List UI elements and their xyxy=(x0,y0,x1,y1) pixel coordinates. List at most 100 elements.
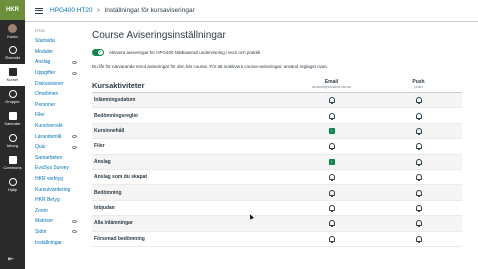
push-setting-cell[interactable] xyxy=(375,174,462,182)
global-nav-groups[interactable]: Grupper xyxy=(0,86,25,108)
email-setting-cell[interactable] xyxy=(288,174,375,182)
table-header: Kursaktiviteter Email asukori@student.hk… xyxy=(92,79,462,93)
course-nav-item[interactable]: EvaSys Survey xyxy=(35,163,83,174)
course-nav-item[interactable]: Samarbeten xyxy=(35,153,83,164)
course-nav-item[interactable]: Omdömen xyxy=(35,89,83,100)
course-nav-item[interactable]: Personer xyxy=(35,100,83,111)
bell-icon xyxy=(415,127,422,135)
course-nav-item[interactable]: Sidor xyxy=(35,227,83,238)
activity-name: Bedömningsregler xyxy=(94,112,139,119)
global-nav-avatar[interactable]: Konto xyxy=(0,20,25,42)
email-setting-cell[interactable]: ! xyxy=(288,158,375,165)
email-setting-cell[interactable] xyxy=(288,220,375,228)
dashboard-icon xyxy=(8,46,17,54)
table-row: Inbjudan xyxy=(92,201,462,217)
course-nav-item[interactable]: Lärandemål xyxy=(35,131,83,142)
bell-icon xyxy=(415,143,422,151)
collapse-nav-icon[interactable]: ⇤ xyxy=(8,255,16,263)
email-setting-cell[interactable] xyxy=(288,143,375,151)
activity-name: Anslag som du skapat xyxy=(94,174,148,181)
hidden-eye-icon xyxy=(72,135,77,139)
push-setting-cell[interactable] xyxy=(375,112,462,120)
course-nav-item[interactable]: Kursöversikt xyxy=(35,121,83,132)
activity-name: Försenad bedömning xyxy=(94,235,145,242)
global-nav-help[interactable]: Hjälp xyxy=(0,174,25,196)
course-nav-item[interactable]: Startsida xyxy=(35,36,83,47)
push-setting-cell[interactable] xyxy=(375,143,462,151)
bell-icon xyxy=(328,220,335,228)
bell-icon xyxy=(415,97,422,105)
check-icon: ✓ xyxy=(98,50,102,55)
global-nav-inbox[interactable]: Inkorg xyxy=(0,130,25,152)
course-nav-item[interactable]: Diskussioner xyxy=(35,78,83,89)
activity-name: Bedömning xyxy=(94,189,122,196)
push-setting-cell[interactable] xyxy=(375,189,462,197)
push-column-header: Push push xyxy=(375,79,462,89)
inbox-icon xyxy=(8,134,17,142)
email-setting-cell[interactable] xyxy=(288,112,375,120)
course-nav-label: Omdömen xyxy=(35,91,59,98)
global-nav-calendar[interactable]: Kalender xyxy=(0,108,25,130)
global-nav-commons[interactable]: Commons xyxy=(0,152,25,174)
push-setting-cell[interactable] xyxy=(375,127,462,135)
hidden-eye-icon xyxy=(72,60,77,64)
table-row: Försenad bedömning xyxy=(92,232,462,247)
table-row: Anslag som du skapat xyxy=(92,170,462,186)
hidden-eye-icon xyxy=(72,71,77,75)
global-nav-label: Commons xyxy=(3,165,22,170)
course-nav-item[interactable]: HKR Betyg xyxy=(35,195,83,206)
global-nav-label: Kalender xyxy=(4,121,21,126)
course-nav-item[interactable]: Matriser xyxy=(35,216,83,227)
email-setting-cell[interactable] xyxy=(288,204,375,212)
course-nav-item[interactable]: Anslag xyxy=(35,57,83,68)
push-setting-cell[interactable] xyxy=(375,158,462,166)
bell-icon xyxy=(328,112,335,120)
push-setting-cell[interactable] xyxy=(375,235,462,243)
global-nav-label: Grupper xyxy=(5,99,20,104)
notifications-toggle[interactable]: ✓ xyxy=(92,49,104,56)
bell-icon xyxy=(328,143,335,151)
immediate-notification-icon: ! xyxy=(328,158,335,165)
course-nav-item[interactable]: Kursutvärdering xyxy=(35,184,83,195)
table-row: Inlämningsdatum xyxy=(92,93,462,109)
bell-icon xyxy=(328,204,335,212)
global-nav-label: Översikt xyxy=(5,55,20,60)
email-setting-cell[interactable]: ! xyxy=(288,127,375,134)
term-label: HT20 xyxy=(35,28,45,33)
hkr-logo[interactable]: HKR xyxy=(0,0,25,20)
commons-icon xyxy=(8,156,17,164)
push-setting-cell[interactable] xyxy=(375,220,462,228)
activity-name: Anslag xyxy=(94,158,111,165)
email-setting-cell[interactable] xyxy=(288,97,375,105)
course-nav-item[interactable]: Inställningar xyxy=(35,237,83,248)
hidden-eye-icon xyxy=(72,230,77,234)
page-header: HPG400 HT20 > Inställningar för kursavis… xyxy=(25,0,478,22)
course-nav-item[interactable]: Zoom xyxy=(35,206,83,217)
main-content: Course Aviseringsinställningar ✓ Aktiver… xyxy=(90,22,478,269)
activity-name: Inlämningsdatum xyxy=(94,97,136,104)
course-nav-item[interactable]: Quiz xyxy=(35,142,83,153)
course-nav-item[interactable]: Moduler xyxy=(35,47,83,58)
course-nav-label: HKR verktyg xyxy=(35,176,64,183)
course-nav-label: Kursutvärdering xyxy=(35,186,71,193)
breadcrumb-course[interactable]: HPG400 HT20 xyxy=(50,7,93,14)
bell-icon xyxy=(328,97,335,105)
course-nav-label: Filer xyxy=(35,112,45,119)
course-nav-item[interactable]: Filer xyxy=(35,110,83,121)
course-nav-label: Personer xyxy=(35,101,56,108)
course-nav-label: Diskussioner xyxy=(35,80,64,87)
global-nav-courses[interactable]: Kurser xyxy=(0,64,25,86)
course-nav-item[interactable]: HKR verktyg xyxy=(35,174,83,185)
courses-icon xyxy=(8,68,17,76)
email-setting-cell[interactable] xyxy=(288,189,375,197)
calendar-icon xyxy=(8,112,17,120)
global-nav-dashboard[interactable]: Översikt xyxy=(0,42,25,64)
push-setting-cell[interactable] xyxy=(375,97,462,105)
page-title: Course Aviseringsinställningar xyxy=(92,30,226,41)
hamburger-menu-icon[interactable] xyxy=(35,7,43,14)
course-nav-label: Anslag xyxy=(35,59,51,66)
course-nav-item[interactable]: Uppgifter xyxy=(35,68,83,79)
email-setting-cell[interactable] xyxy=(288,235,375,243)
course-nav-label: Sidor xyxy=(35,228,47,235)
push-setting-cell[interactable] xyxy=(375,204,462,212)
